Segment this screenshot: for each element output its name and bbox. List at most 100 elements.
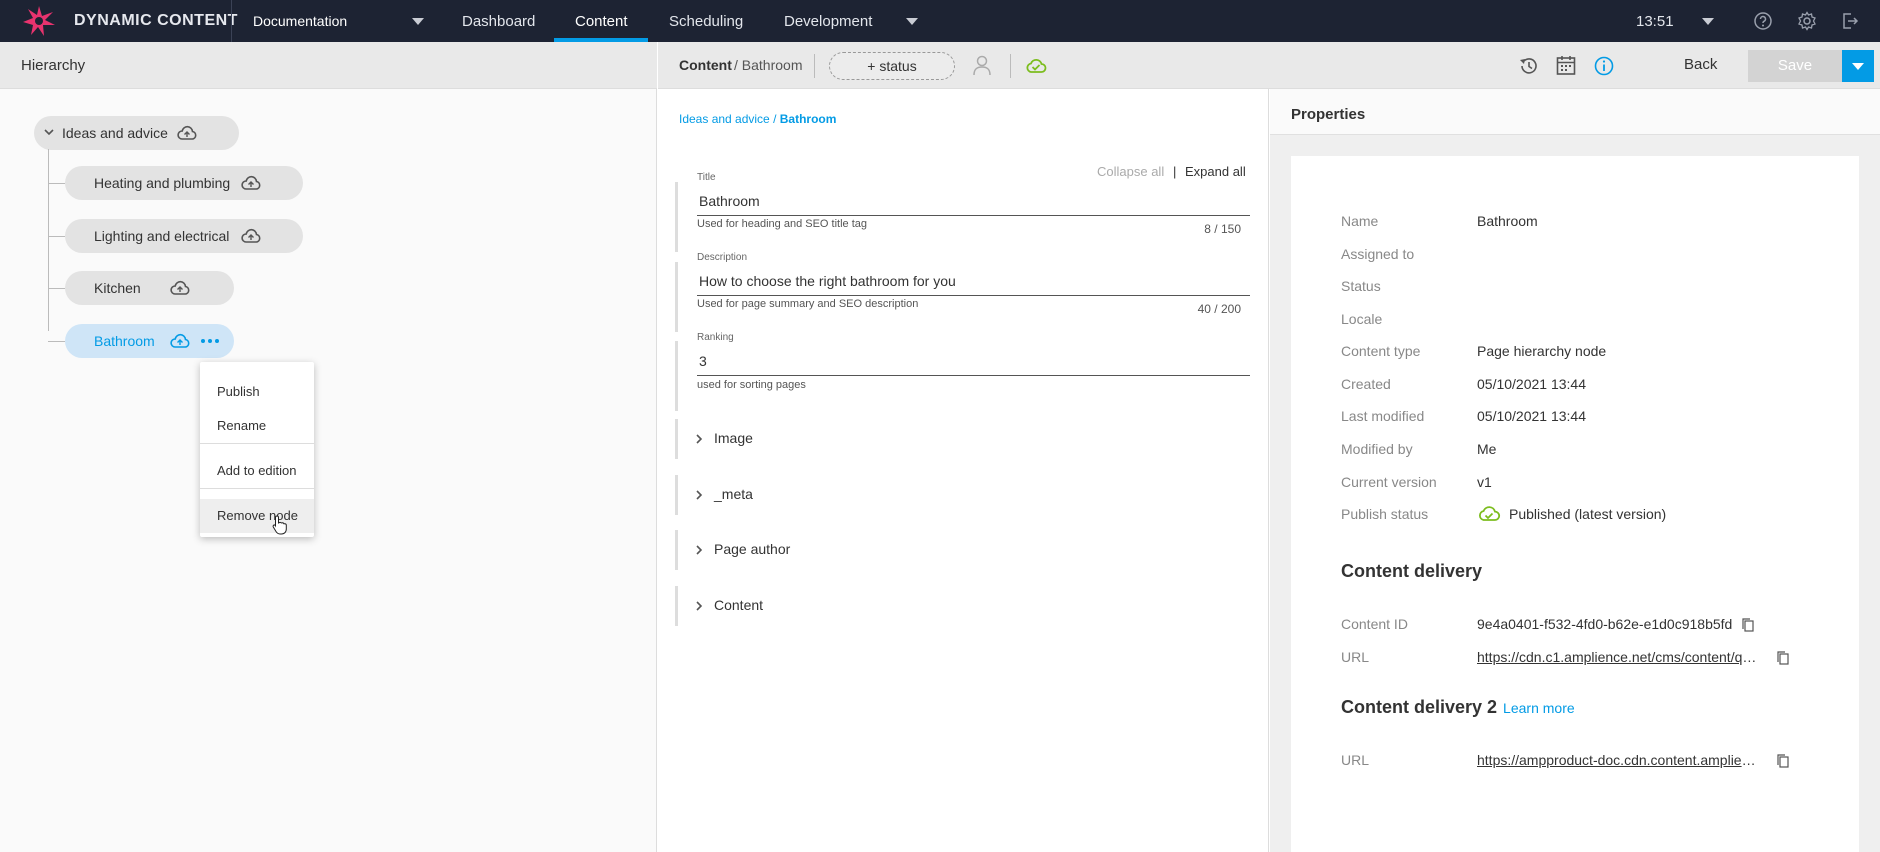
section-label: Content [714,597,764,613]
ranking-help-text: used for sorting pages [697,379,806,391]
prop-key: Created [1341,376,1391,392]
copy-icon[interactable] [1777,754,1789,768]
nav-scheduling[interactable]: Scheduling [669,13,743,30]
section-label: _meta [714,486,753,502]
title-input[interactable]: Bathroom [699,193,760,209]
save-button[interactable]: Save [1748,50,1842,82]
menu-item-rename[interactable]: Rename [200,409,314,443]
menu-item-publish[interactable]: Publish [200,375,314,409]
prop-value: Published (latest version) [1509,506,1667,522]
content-delivery-2-heading: Content delivery 2 Learn more [1341,697,1575,718]
nav-content[interactable]: Content [575,13,628,30]
assign-user-icon[interactable] [971,54,993,76]
prop-key: Modified by [1341,441,1413,457]
prop-value: 05/10/2021 13:44 [1477,376,1586,392]
hierarchy-header: Hierarchy [0,42,657,89]
prop-key: Content type [1341,343,1421,359]
section-image[interactable]: Image [675,419,1255,459]
calendar-icon[interactable] [1555,54,1577,76]
hub-selector[interactable]: Documentation [253,13,347,29]
chevron-right-icon[interactable] [695,544,703,556]
cloud-icon [177,125,197,140]
chevron-right-icon[interactable] [695,433,703,445]
prop-key: URL [1341,649,1370,665]
learn-more-link[interactable]: Learn more [1503,700,1575,716]
published-cloud-icon [1479,506,1501,521]
development-caret-down-icon[interactable] [906,18,918,25]
hub-caret-down-icon[interactable] [412,18,424,25]
tree-node-selected[interactable]: Bathroom [65,324,234,358]
delivery-2-url-link[interactable]: https://ampproduct-doc.cdn.content.ampli… [1477,752,1757,768]
prop-key: Assigned to [1341,246,1415,262]
title-input-underline [697,215,1250,216]
add-status-button[interactable]: + status [829,52,955,80]
history-icon[interactable] [1518,55,1540,77]
hub-separator [231,0,232,42]
save-options-dropdown[interactable] [1842,50,1874,82]
section-indicator [675,586,678,626]
dynamic-content-logo-icon [23,6,55,36]
chevron-right-icon[interactable] [695,600,703,612]
menu-item-add-to-edition[interactable]: Add to edition [200,454,314,488]
description-input[interactable]: How to choose the right bathroom for you [699,273,956,289]
section-indicator [675,419,678,459]
tree-node-label: Ideas and advice [62,125,168,141]
toolbar-breadcrumb-root[interactable]: Content [679,57,732,73]
info-icon[interactable] [1593,55,1615,77]
section-label: Page author [714,541,791,557]
prop-key: Current version [1341,474,1437,490]
hand-pointer-cursor-icon [272,515,287,535]
expand-all-link[interactable]: Expand all [1185,164,1246,179]
clock: 13:51 [1636,13,1674,30]
toolbar-breadcrumb-current: / Bathroom [734,57,803,73]
ranking-input[interactable]: 3 [699,353,707,369]
nav-dashboard[interactable]: Dashboard [462,13,535,30]
section-meta[interactable]: _meta [675,475,1255,515]
section-page-author[interactable]: Page author [675,530,1255,570]
published-cloud-icon[interactable] [1025,55,1047,77]
menu-item-remove-node[interactable]: Remove node [200,499,314,533]
content-toolbar: Content / Bathroom + status Back Save [658,42,1880,89]
tree-connector [48,149,49,331]
prop-key: Publish status [1341,506,1429,522]
description-input-underline [697,295,1250,296]
chevron-right-icon[interactable] [695,489,703,501]
back-button[interactable]: Back [1684,56,1717,73]
tree-node-label: Lighting and electrical [94,228,230,244]
prop-key: URL [1341,752,1370,768]
collapse-expand-separator: | [1173,164,1177,179]
menu-divider [200,443,314,444]
tree-connector [48,183,65,184]
breadcrumb-current: Bathroom [779,112,837,126]
section-label: Image [714,430,753,446]
tree-node-root[interactable]: Ideas and advice [34,116,239,150]
hierarchy-title: Hierarchy [21,57,86,74]
tree-connector [48,236,65,237]
hierarchy-panel: Ideas and advice Heating and plumbing Li… [0,89,657,852]
prop-value: v1 [1477,474,1492,490]
more-options-icon[interactable] [201,339,219,343]
description-field-label: Description [697,252,748,263]
prop-key: Locale [1341,311,1383,327]
help-icon[interactable] [1753,11,1773,31]
content-form: Ideas and advice / Bathroom Collapse all… [658,89,1269,852]
logout-icon[interactable] [1840,11,1860,31]
collapse-all-link[interactable]: Collapse all [1097,164,1164,179]
title-field-label: Title [697,172,716,183]
tree-node[interactable]: Heating and plumbing [65,166,303,200]
cloud-icon [170,333,190,348]
breadcrumb-parent[interactable]: Ideas and advice [679,112,770,126]
prop-value: Me [1477,441,1497,457]
clock-caret-down-icon[interactable] [1702,18,1714,25]
copy-icon[interactable] [1742,618,1754,632]
nav-development[interactable]: Development [784,13,872,30]
delivery-url-link[interactable]: https://cdn.c1.amplience.net/cms/content… [1477,649,1757,665]
section-content[interactable]: Content [675,586,1255,626]
prop-value: Bathroom [1477,213,1538,229]
prop-key: Content ID [1341,616,1408,632]
chevron-down-icon[interactable] [43,126,55,138]
settings-gear-icon[interactable] [1797,11,1817,31]
tree-node[interactable]: Kitchen [65,271,234,305]
tree-node[interactable]: Lighting and electrical [65,219,303,253]
copy-icon[interactable] [1777,651,1789,665]
